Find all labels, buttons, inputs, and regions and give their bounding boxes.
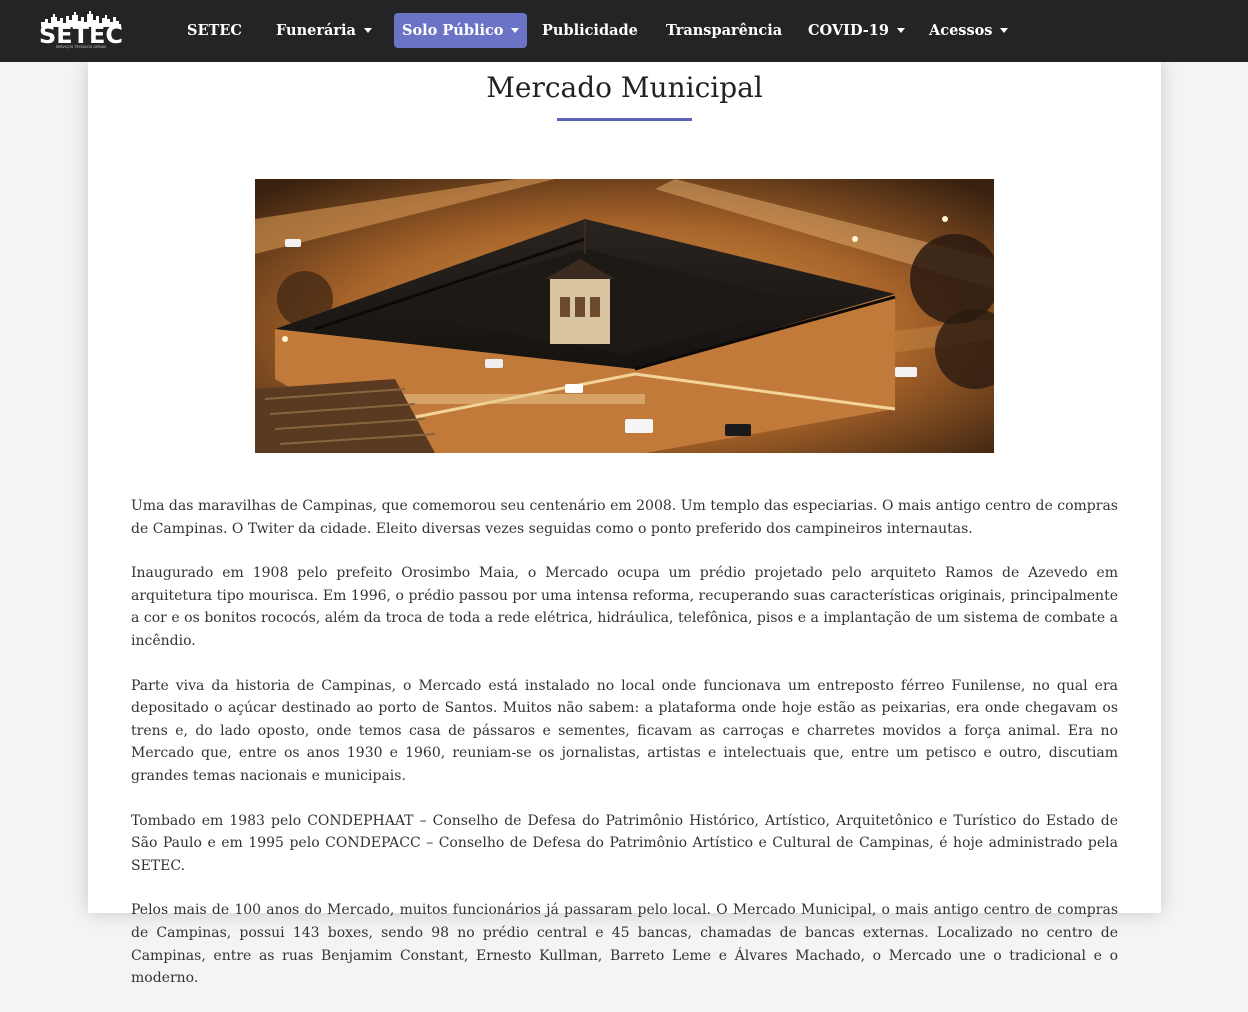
nav-item-transparencia[interactable]: Transparência xyxy=(666,13,782,48)
article-paragraph: Uma das maravilhas de Campinas, que come… xyxy=(131,498,1118,537)
nav-item-label: COVID-19 xyxy=(808,22,889,39)
caret-down-icon xyxy=(1000,28,1009,33)
nav-item-label: Funerária xyxy=(276,22,356,39)
nav-item-funeraria[interactable]: Funerária xyxy=(276,13,372,48)
mercado-photo-illustration xyxy=(255,179,994,453)
top-navbar: SETEC SERVIÇOS TÉCNICOS GERAIS SETEC Fun… xyxy=(0,0,1248,62)
setec-logo[interactable]: SETEC SERVIÇOS TÉCNICOS GERAIS xyxy=(38,11,124,49)
content-card: Mercado Municipal Uma das maravilhas de … xyxy=(88,62,1161,986)
nav-item-label: Acessos xyxy=(929,22,993,39)
nav-item-solo-publico[interactable]: Solo Público xyxy=(394,13,528,48)
nav-item-label: Solo Público xyxy=(402,22,504,39)
article-paragraph: Tombado em 1983 pelo CONDEPHAAT – Consel… xyxy=(131,812,1118,874)
nav-item-covid-19[interactable]: COVID-19 xyxy=(808,13,905,48)
nav-item-setec[interactable]: SETEC xyxy=(187,13,242,48)
mercado-aerial-photo xyxy=(255,179,994,453)
caret-down-icon xyxy=(363,28,372,33)
caret-down-icon xyxy=(897,28,905,33)
nav-item-acessos[interactable]: Acessos xyxy=(929,13,1009,48)
nav-item-label: SETEC xyxy=(187,22,242,39)
nav-item-publicidade[interactable]: Publicidade xyxy=(542,13,638,48)
article-paragraph: Inaugurado em 1908 pelo prefeito Orosimb… xyxy=(131,565,1118,649)
page-title: Mercado Municipal xyxy=(486,71,763,104)
article-paragraph: Parte viva da historia de Campinas, o Me… xyxy=(131,677,1118,784)
title-underline xyxy=(557,118,692,121)
nav-item-label: Publicidade xyxy=(542,22,638,39)
nav-item-label: Transparência xyxy=(666,22,783,39)
article-body: Uma das maravilhas de Campinas, que come… xyxy=(131,495,1118,1012)
caret-down-icon xyxy=(511,28,520,33)
logo-wordmark: SETEC xyxy=(38,21,124,49)
logo-subtitle: SERVIÇOS TÉCNICOS GERAIS xyxy=(55,45,107,49)
